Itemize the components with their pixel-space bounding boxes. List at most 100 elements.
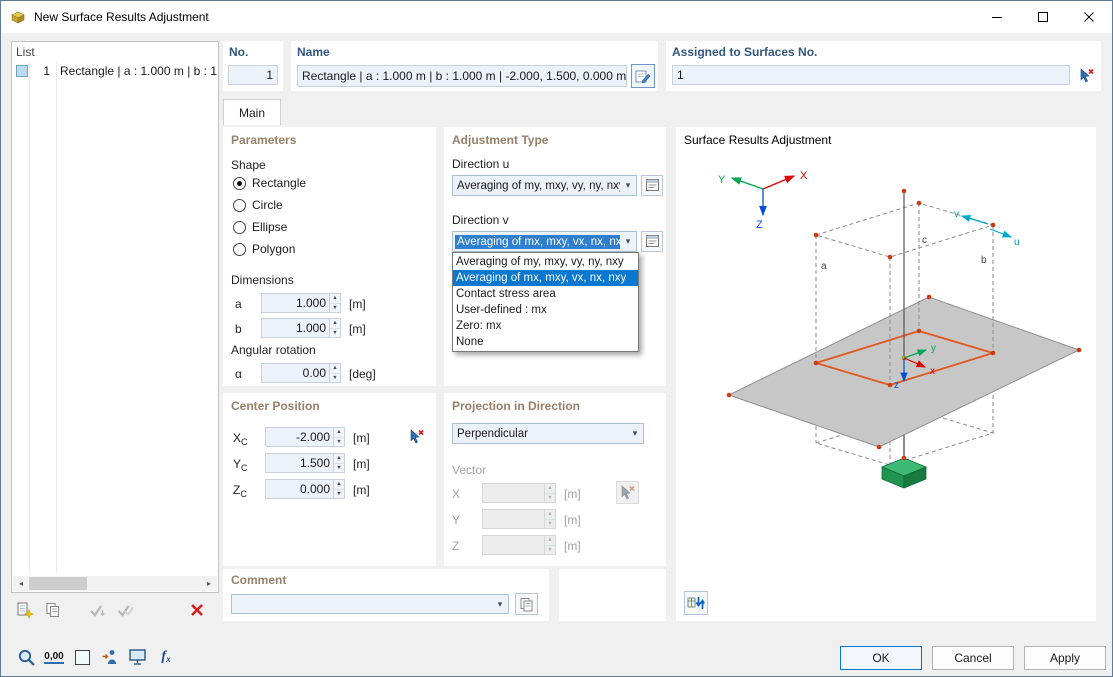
apply-button[interactable]: Apply	[1024, 646, 1106, 670]
pick-center-button[interactable]	[405, 425, 428, 448]
dropdown-option[interactable]: None	[453, 334, 638, 350]
delete-item-button[interactable]	[185, 599, 209, 621]
dimension-b-field[interactable]: 1.000 ▲▼	[261, 318, 341, 338]
xc-value[interactable]: -2.000	[266, 428, 333, 446]
spin-up-button[interactable]: ▲	[330, 294, 340, 303]
spin-down-button[interactable]: ▼	[330, 373, 340, 383]
scroll-right-button[interactable]: ▸	[201, 576, 217, 591]
dimension-b-spinner[interactable]: ▲▼	[329, 319, 340, 337]
direction-u-type-button[interactable]	[641, 175, 663, 196]
radio-ellipse-icon[interactable]	[233, 221, 246, 234]
scroll-thumb[interactable]	[29, 577, 87, 590]
name-field[interactable]: Rectangle | a : 1.000 m | b : 1.000 m | …	[297, 65, 627, 87]
maximize-button[interactable]	[1020, 1, 1066, 33]
dropdown-option-selected[interactable]: Averaging of mx, mxy, vx, nx, nxy	[453, 270, 638, 286]
local-y-label: y	[931, 343, 936, 354]
zc-field[interactable]: 0.000 ▲▼	[265, 479, 345, 499]
spin-up-button[interactable]: ▲	[330, 319, 340, 328]
radio-ellipse[interactable]: Ellipse	[233, 219, 287, 235]
select-objects-button[interactable]	[97, 644, 123, 670]
dim-a-label: a	[821, 261, 827, 272]
cancel-button[interactable]: Cancel	[932, 646, 1014, 670]
dropdown-option[interactable]: Contact stress area	[453, 286, 638, 302]
zoom-button[interactable]	[13, 644, 39, 670]
close-button[interactable]	[1066, 1, 1112, 33]
list-item-number: 1	[28, 64, 50, 78]
spin-down-button[interactable]: ▼	[334, 489, 344, 499]
dropdown-option[interactable]: Averaging of my, mxy, vy, ny, nxy	[453, 254, 638, 270]
minimize-button[interactable]	[974, 1, 1020, 33]
dimension-a-value[interactable]: 1.000	[262, 294, 329, 312]
copy-item-button[interactable]	[41, 599, 65, 621]
spin-up-button[interactable]: ▲	[334, 454, 344, 463]
direction-u-combobox[interactable]: Averaging of my, mxy, vy, ny, nxy ▾	[452, 175, 637, 196]
direction-v-type-button[interactable]	[641, 231, 663, 252]
dropdown-option[interactable]: User-defined : mx	[453, 302, 638, 318]
scroll-left-button[interactable]: ◂	[13, 576, 29, 591]
projection-direction-value[interactable]: Perpendicular	[453, 428, 627, 440]
apply-check-button[interactable]	[85, 599, 109, 621]
vector-y-value	[483, 510, 544, 528]
yc-value[interactable]: 1.500	[266, 454, 333, 472]
ok-button[interactable]: OK	[840, 646, 922, 670]
pick-surfaces-button[interactable]	[1074, 63, 1098, 87]
radio-polygon-icon[interactable]	[233, 243, 246, 256]
chevron-down-icon[interactable]: ▾	[627, 428, 643, 439]
dropdown-option[interactable]: Zero: mx	[453, 318, 638, 334]
chevron-down-icon[interactable]: ▾	[620, 236, 636, 247]
radio-rectangle[interactable]: Rectangle	[233, 175, 306, 191]
chevron-down-icon[interactable]: ▾	[492, 599, 508, 610]
alpha-spinner[interactable]: ▲▼	[329, 364, 340, 382]
tab-main[interactable]: Main	[223, 99, 281, 125]
new-item-button[interactable]	[13, 599, 37, 621]
alpha-value[interactable]: 0.00	[262, 364, 329, 382]
name-panel: Name Rectangle | a : 1.000 m | b : 1.000…	[291, 41, 658, 91]
display-box-button[interactable]	[69, 644, 95, 670]
scroll-track[interactable]	[29, 576, 201, 591]
assigned-field[interactable]: 1	[672, 65, 1070, 85]
alpha-field[interactable]: 0.00 ▲▼	[261, 363, 341, 383]
apply-all-check-button[interactable]	[113, 599, 137, 621]
zc-spinner[interactable]: ▲▼	[333, 480, 344, 498]
no-field[interactable]: 1	[228, 65, 278, 85]
spin-down-button[interactable]: ▼	[334, 437, 344, 447]
close-icon	[1084, 12, 1094, 22]
projection-direction-combobox[interactable]: Perpendicular ▾	[452, 423, 644, 444]
direction-u-value[interactable]: Averaging of my, mxy, vy, ny, nxy	[453, 180, 620, 192]
xc-spinner[interactable]: ▲▼	[333, 428, 344, 446]
radio-circle[interactable]: Circle	[233, 197, 283, 213]
dimension-b-value[interactable]: 1.000	[262, 319, 329, 337]
copy-comment-button[interactable]	[515, 593, 538, 615]
direction-v-value[interactable]: Averaging of mx, mxy, vx, nx, nxy	[455, 235, 620, 249]
xc-field[interactable]: -2.000 ▲▼	[265, 427, 345, 447]
formula-button[interactable]: fx	[153, 644, 179, 670]
list-item[interactable]: 1 Rectangle | a : 1.000 m | b : 1.00	[13, 62, 217, 80]
units-decimal-places-button[interactable]: 0,00	[41, 644, 67, 670]
pick-vector-button	[616, 481, 639, 504]
preview-3d-scene[interactable]: y x z v u a b c X Y Z	[676, 127, 1096, 621]
spin-up-button[interactable]: ▲	[334, 428, 344, 437]
direction-v-combobox[interactable]: Averaging of mx, mxy, vx, nx, nxy ▾	[452, 231, 637, 252]
pick-cursor-icon	[408, 428, 425, 445]
spin-down-button[interactable]: ▼	[330, 328, 340, 338]
horizontal-scrollbar[interactable]: ◂ ▸	[13, 576, 217, 591]
radio-rectangle-icon[interactable]	[233, 177, 246, 190]
spin-up-button[interactable]: ▲	[330, 364, 340, 373]
dimension-a-spinner[interactable]: ▲▼	[329, 294, 340, 312]
spin-down-button[interactable]: ▼	[334, 463, 344, 473]
vector-y-unit: [m]	[564, 513, 581, 527]
spin-up-button[interactable]: ▲	[334, 480, 344, 489]
radio-circle-icon[interactable]	[233, 199, 246, 212]
spin-down-button[interactable]: ▼	[330, 303, 340, 313]
comment-combobox[interactable]: ▾	[231, 594, 509, 614]
chevron-down-icon[interactable]: ▾	[620, 180, 636, 191]
dimension-a-field[interactable]: 1.000 ▲▼	[261, 293, 341, 313]
yc-spinner[interactable]: ▲▼	[333, 454, 344, 472]
refresh-view-button[interactable]	[684, 591, 708, 615]
dimension-b-label: b	[235, 322, 242, 336]
radio-polygon[interactable]: Polygon	[233, 241, 295, 257]
edit-name-button[interactable]	[631, 64, 655, 88]
yc-field[interactable]: 1.500 ▲▼	[265, 453, 345, 473]
zc-value[interactable]: 0.000	[266, 480, 333, 498]
screen-display-button[interactable]	[125, 644, 151, 670]
